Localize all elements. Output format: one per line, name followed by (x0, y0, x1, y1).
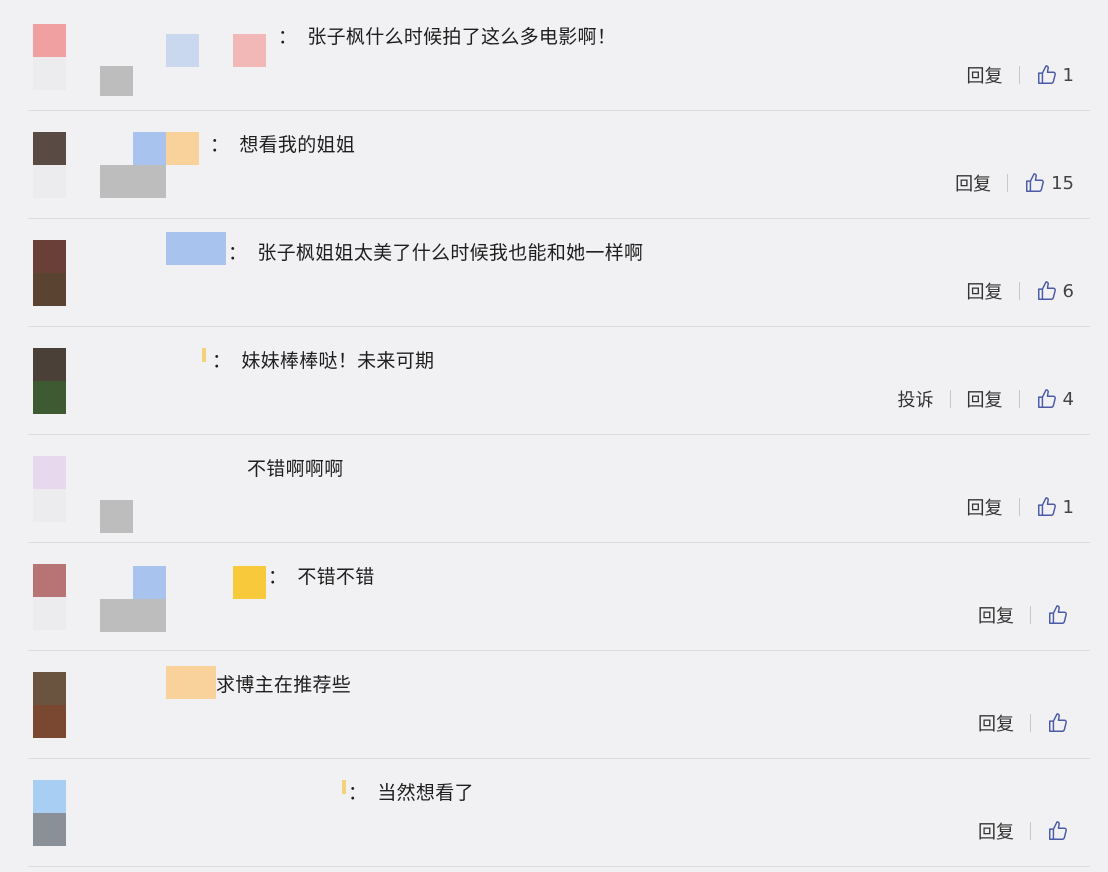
avatar[interactable] (33, 456, 66, 522)
comment-item: 求博主在推荐些 回复 (28, 650, 1090, 759)
comment-actions: 回复 6 (967, 278, 1074, 304)
comment-text: ： 当然想看了 (348, 778, 474, 805)
reply-button[interactable]: 回复 (978, 818, 1014, 844)
thumbs-up-icon (1037, 65, 1056, 84)
thumbs-up-icon (1049, 713, 1067, 732)
blurred-username (133, 132, 166, 165)
comment-colon: ： (228, 242, 248, 264)
divider (949, 390, 951, 408)
reply-button[interactable]: 回复 (967, 278, 1003, 304)
blurred-username (233, 566, 266, 599)
avatar[interactable] (33, 132, 66, 198)
comment-body: 不错不错 (297, 566, 375, 588)
blurred-username (166, 34, 199, 67)
divider (1018, 282, 1020, 300)
reply-button[interactable]: 回复 (978, 710, 1014, 736)
comment-body: 当然想看了 (377, 782, 474, 804)
comment-item: ： 当然想看了 回复 (28, 758, 1090, 867)
comment-text: 不错啊啊啊 (247, 454, 344, 481)
avatar[interactable] (33, 240, 66, 306)
comment-actions: 回复 1 (967, 62, 1074, 88)
comment-body: 妹妹棒棒哒！未来可期 (241, 350, 435, 372)
thumbs-up-icon (1037, 389, 1056, 408)
report-button[interactable]: 投诉 (898, 386, 934, 412)
comment-item: ： 想看我的姐姐 回复 15 (28, 110, 1090, 219)
comment-item: ： 张子枫姐姐太美了什么时候我也能和她一样啊 回复 6 (28, 218, 1090, 327)
comment-item: ： 张子枫什么时候拍了这么多电影啊！ 回复 1 (28, 2, 1090, 111)
like-count: 15 (1051, 172, 1074, 194)
comment-actions: 投诉 回复 4 (898, 386, 1074, 412)
avatar[interactable] (33, 564, 66, 630)
like-count: 4 (1062, 388, 1074, 410)
comment-body: 张子枫姐姐太美了什么时候我也能和她一样啊 (257, 242, 644, 264)
avatar[interactable] (33, 24, 66, 90)
blurred-username (100, 66, 133, 96)
blurred-username (166, 132, 199, 165)
avatar[interactable] (33, 672, 66, 738)
like-count: 1 (1062, 496, 1074, 518)
comment-colon: ： (278, 26, 298, 48)
like-button[interactable]: 1 (1036, 496, 1074, 518)
comment-actions: 回复 15 (955, 170, 1074, 196)
thumbs-up-icon (1026, 173, 1045, 192)
comment-text: ： 张子枫姐姐太美了什么时候我也能和她一样啊 (228, 238, 643, 265)
like-button[interactable]: 4 (1036, 388, 1074, 410)
blurred-username (100, 500, 133, 533)
thumbs-up-icon (1049, 605, 1067, 624)
comment-text: ： 不错不错 (268, 562, 375, 589)
like-button[interactable] (1047, 604, 1074, 626)
like-count: 6 (1062, 280, 1074, 302)
thumbs-up-icon (1037, 497, 1056, 516)
blurred-username (233, 34, 266, 67)
comment-actions: 回复 1 (967, 494, 1074, 520)
like-button[interactable]: 6 (1036, 280, 1074, 302)
reply-button[interactable]: 回复 (967, 62, 1003, 88)
divider (1030, 606, 1031, 624)
comment-text: 求博主在推荐些 (216, 670, 351, 697)
blurred-username (166, 232, 226, 265)
avatar[interactable] (33, 780, 66, 846)
divider (1030, 714, 1031, 732)
blurred-username (133, 566, 166, 599)
comment-colon: ： (210, 134, 230, 156)
blurred-username (166, 666, 216, 699)
comment-actions: 回复 (978, 602, 1074, 628)
comment-item: ： 妹妹棒棒哒！未来可期 投诉 回复 4 (28, 326, 1090, 435)
comment-colon: ： (212, 350, 232, 372)
like-button[interactable]: 1 (1036, 64, 1074, 86)
comment-item: ： 不错不错 回复 (28, 542, 1090, 651)
thumbs-up-icon (1037, 281, 1056, 300)
blurred-username (100, 165, 166, 198)
blurred-username (202, 348, 206, 362)
like-button[interactable] (1047, 712, 1074, 734)
divider (1018, 66, 1020, 84)
like-button[interactable]: 15 (1024, 172, 1074, 194)
comment-body: 张子枫什么时候拍了这么多电影啊！ (307, 26, 617, 48)
comment-item: 不错啊啊啊 回复 1 (28, 434, 1090, 543)
comment-body: 不错啊啊啊 (247, 458, 344, 480)
comment-colon: ： (348, 782, 368, 804)
comment-body: 想看我的姐姐 (239, 134, 356, 156)
divider (1030, 822, 1031, 840)
divider (1018, 390, 1020, 408)
divider (1007, 174, 1009, 192)
avatar[interactable] (33, 348, 66, 414)
comment-body: 求博主在推荐些 (216, 674, 352, 696)
reply-button[interactable]: 回复 (967, 386, 1003, 412)
comment-colon: ： (268, 566, 288, 588)
like-count: 1 (1062, 64, 1074, 86)
comment-text: ： 妹妹棒棒哒！未来可期 (212, 346, 434, 373)
reply-button[interactable]: 回复 (955, 170, 991, 196)
comment-actions: 回复 (978, 710, 1074, 736)
comment-text: ： 想看我的姐姐 (210, 130, 355, 157)
comment-text: ： 张子枫什么时候拍了这么多电影啊！ (278, 22, 616, 49)
thumbs-up-icon (1049, 821, 1067, 840)
divider (1018, 498, 1020, 516)
reply-button[interactable]: 回复 (978, 602, 1014, 628)
blurred-username (100, 599, 166, 632)
reply-button[interactable]: 回复 (967, 494, 1003, 520)
like-button[interactable] (1047, 820, 1074, 842)
blurred-username (342, 780, 346, 794)
comment-actions: 回复 (978, 818, 1074, 844)
